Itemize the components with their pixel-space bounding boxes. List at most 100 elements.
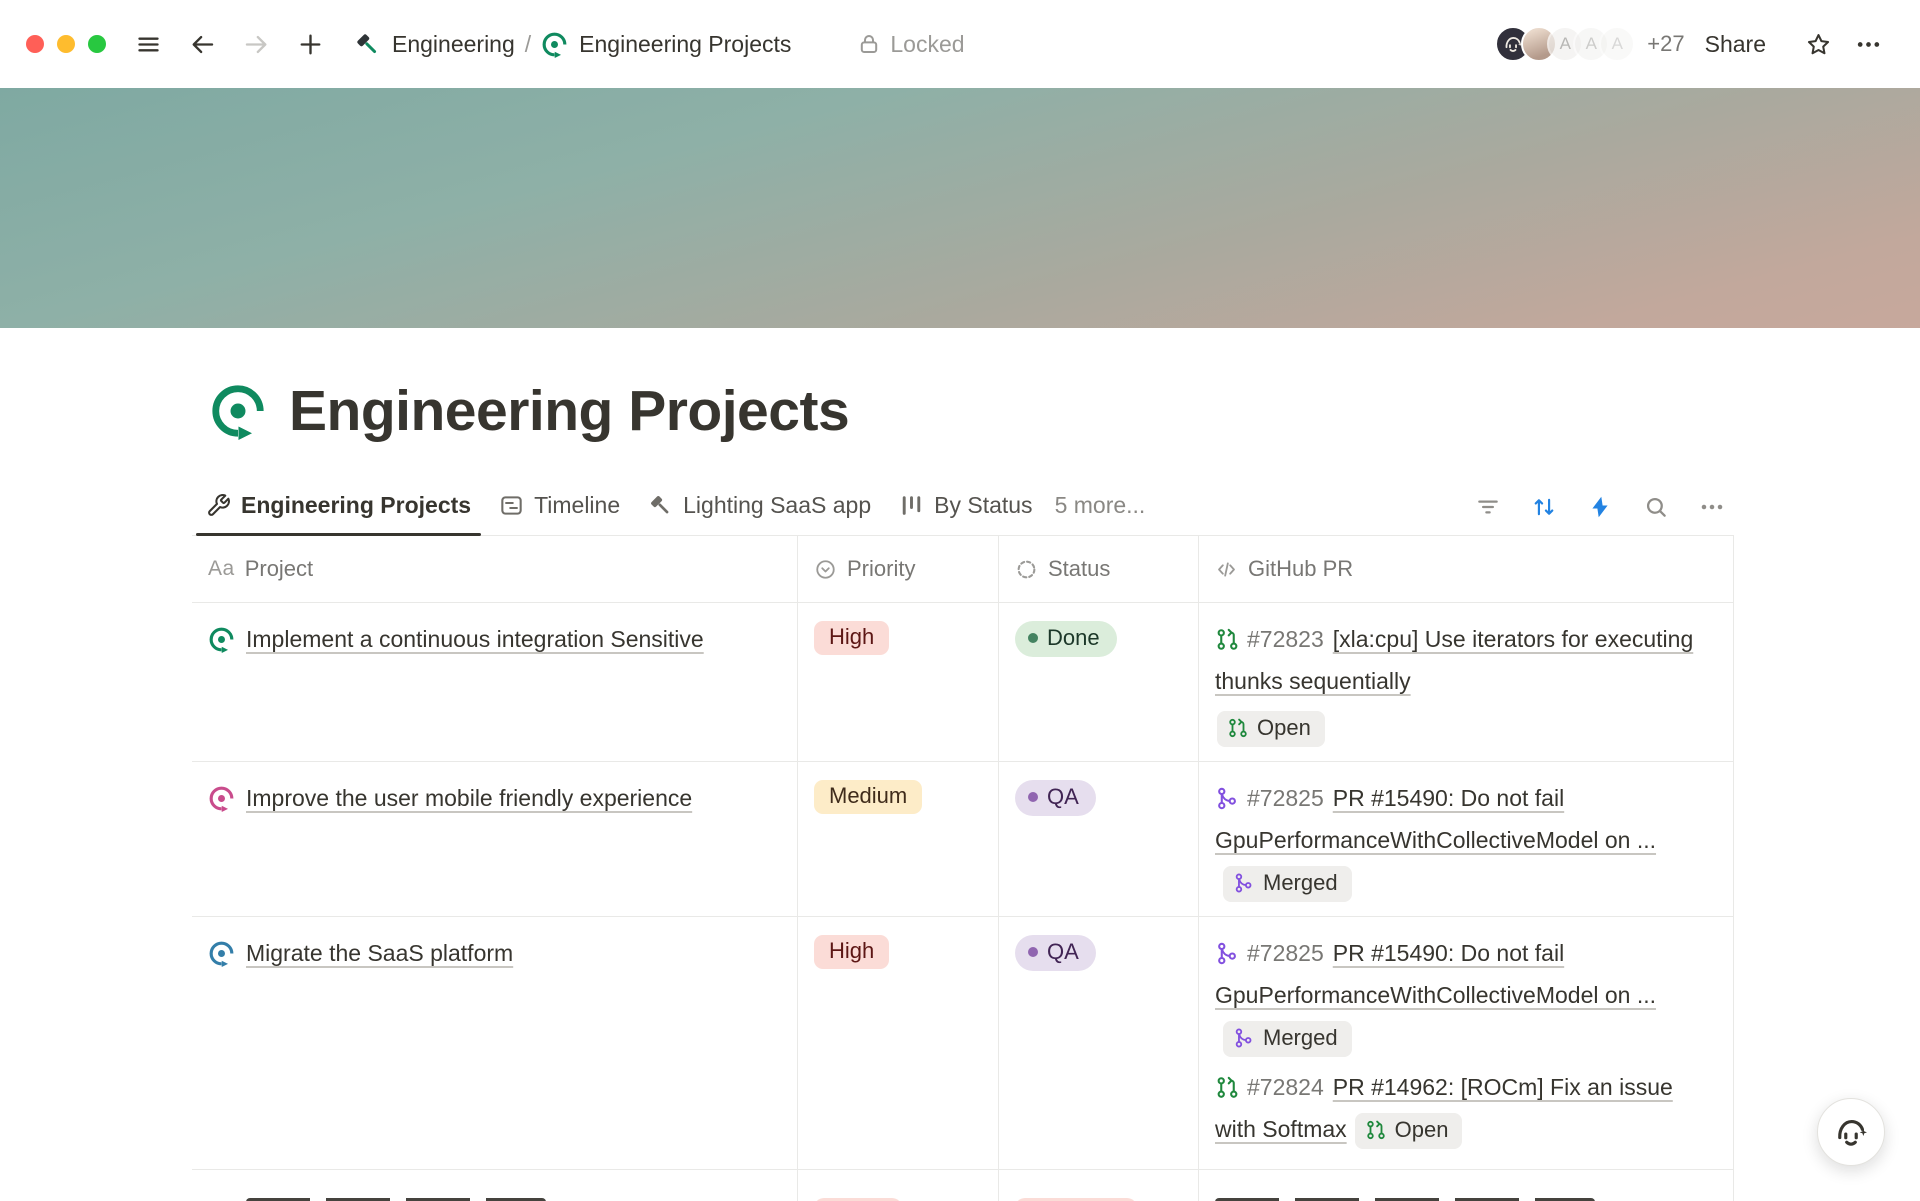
pr-open-icon xyxy=(1215,1075,1240,1100)
timeline-icon xyxy=(499,493,524,518)
breadcrumb-workspace-label: Engineering xyxy=(392,31,515,58)
views-bar: Engineering Projects Timeline Lighting S… xyxy=(192,478,1734,536)
more-options-button[interactable] xyxy=(1846,22,1890,66)
minimize-window-button[interactable] xyxy=(57,35,75,53)
avatar[interactable]: A xyxy=(1599,26,1635,62)
breadcrumb-page-label: Engineering Projects xyxy=(579,31,791,58)
github-pr-link[interactable]: #72823[xla:cpu] Use iterators for execut… xyxy=(1215,618,1717,748)
github-pr-cell[interactable]: #72825PR #15490: Do not fail GpuPerforma… xyxy=(1199,762,1734,916)
code-property-icon xyxy=(1215,558,1238,581)
pr-state-label: Open xyxy=(1257,713,1311,743)
project-cell[interactable]: Improve the user mobile friendly experie… xyxy=(192,762,798,916)
status-cell[interactable]: QA xyxy=(999,762,1199,916)
status-tag[interactable]: QA xyxy=(1015,935,1096,971)
priority-tag[interactable]: Medium xyxy=(814,780,922,814)
priority-cell[interactable]: Medium xyxy=(798,762,999,916)
presence-avatars: A A A xyxy=(1495,26,1635,62)
sidebar-toggle-button[interactable] xyxy=(126,22,170,66)
titlebar: Engineering / Engineering Projects Locke… xyxy=(0,0,1920,88)
pr-state-label: Merged xyxy=(1263,1023,1338,1053)
title-property-icon: Aa xyxy=(208,557,235,581)
hammer-icon xyxy=(354,31,381,58)
pr-number: #72823 xyxy=(1247,626,1324,652)
automation-icon xyxy=(1587,494,1613,520)
github-pr-link[interactable]: #72825PR #15490: Do not fail GpuPerforma… xyxy=(1215,777,1717,903)
page-body: Engineering Projects Engineering Project… xyxy=(0,378,1920,1201)
project-page-icon xyxy=(208,618,235,653)
project-title-link[interactable]: Migrate the SaaS platform xyxy=(246,932,513,974)
notion-ai-button[interactable] xyxy=(1817,1098,1885,1166)
project-cell[interactable]: Implement a continuous integration Sensi… xyxy=(192,603,798,761)
pr-number: #72825 xyxy=(1247,785,1324,811)
more-icon xyxy=(1855,31,1882,58)
pr-state-badge: Merged xyxy=(1223,1021,1352,1057)
priority-tag[interactable]: High xyxy=(814,621,889,655)
close-window-button[interactable] xyxy=(26,35,44,53)
github-pr-cell[interactable]: #72823[xla:cpu] Use iterators for execut… xyxy=(1199,603,1734,761)
table-row: Implement a continuous integration Sensi… xyxy=(192,603,1734,762)
filter-button[interactable] xyxy=(1466,487,1510,527)
priority-tag[interactable]: High xyxy=(814,935,889,969)
search-button[interactable] xyxy=(1634,487,1678,527)
share-button[interactable]: Share xyxy=(1705,31,1766,58)
project-title-link[interactable]: Improve the user mobile friendly experie… xyxy=(246,777,692,819)
column-header-project[interactable]: Aa Project xyxy=(192,536,798,602)
back-button[interactable] xyxy=(180,22,224,66)
new-page-button[interactable] xyxy=(288,22,332,66)
status-tag[interactable]: Done xyxy=(1015,621,1117,657)
wrench-icon xyxy=(206,493,231,518)
status-dot xyxy=(1028,633,1038,643)
github-pr-cell[interactable]: #72825PR #15490: Do not fail GpuPerforma… xyxy=(1199,917,1734,1169)
breadcrumb-workspace[interactable]: Engineering xyxy=(348,27,521,62)
column-header-github-pr[interactable]: GitHub PR xyxy=(1199,536,1734,602)
pr-open-icon xyxy=(1227,717,1249,739)
column-label: Priority xyxy=(847,556,915,582)
status-cell[interactable]: Done xyxy=(999,603,1199,761)
presence-overflow-count[interactable]: +27 xyxy=(1647,31,1684,57)
page-title[interactable]: Engineering Projects xyxy=(289,378,849,444)
breadcrumb-separator: / xyxy=(525,31,531,58)
pr-state-label: Open xyxy=(1395,1115,1449,1145)
pr-number: #72825 xyxy=(1247,940,1324,966)
automation-button[interactable] xyxy=(1578,487,1622,527)
tab-lighting-saas-app[interactable]: Lighting SaaS app xyxy=(634,478,885,535)
notion-ai-icon xyxy=(1832,1113,1870,1151)
status-tag[interactable]: QA xyxy=(1015,780,1096,816)
github-pr-link[interactable]: #72825PR #15490: Do not fail GpuPerforma… xyxy=(1215,932,1717,1058)
tab-engineering-projects[interactable]: Engineering Projects xyxy=(192,478,485,535)
new-page-icon xyxy=(297,31,324,58)
tab-by-status[interactable]: By Status xyxy=(885,478,1046,535)
breadcrumb: Engineering / Engineering Projects xyxy=(348,27,797,62)
status-cell[interactable]: QA xyxy=(999,917,1199,1169)
priority-cell[interactable]: High xyxy=(798,603,999,761)
column-header-status[interactable]: Status xyxy=(999,536,1199,602)
column-header-priority[interactable]: Priority xyxy=(798,536,999,602)
fullscreen-window-button[interactable] xyxy=(88,35,106,53)
tab-timeline[interactable]: Timeline xyxy=(485,478,634,535)
page-icon[interactable] xyxy=(209,382,267,440)
priority-cell[interactable]: High xyxy=(798,917,999,1169)
locked-indicator[interactable]: Locked xyxy=(857,31,964,58)
status-label: QA xyxy=(1047,784,1079,810)
forward-button[interactable] xyxy=(234,22,278,66)
status-label: Done xyxy=(1047,625,1100,651)
tabs-more[interactable]: 5 more... xyxy=(1047,478,1160,535)
column-label: Status xyxy=(1048,556,1110,582)
project-title-link[interactable]: Implement a continuous integration Sensi… xyxy=(246,618,704,660)
project-page-icon xyxy=(208,777,235,812)
menu-icon xyxy=(135,31,162,58)
table-row: Migrate the SaaS platform High QA #72825… xyxy=(192,917,1734,1170)
github-pr-link[interactable]: #72824PR #14962: [ROCm] Fix an issue wit… xyxy=(1215,1066,1717,1150)
titlebar-right: A A A +27 Share xyxy=(1495,22,1890,66)
filter-icon xyxy=(1475,494,1501,520)
breadcrumb-page[interactable]: Engineering Projects xyxy=(535,27,797,62)
pr-state-badge: Open xyxy=(1217,711,1325,747)
sort-button[interactable] xyxy=(1522,487,1566,527)
view-more-button[interactable] xyxy=(1690,487,1734,527)
cover-image[interactable] xyxy=(0,88,1920,328)
status-label: QA xyxy=(1047,939,1079,965)
favorite-button[interactable] xyxy=(1796,22,1840,66)
project-cell[interactable]: Migrate the SaaS platform xyxy=(192,917,798,1169)
tab-label: Lighting SaaS app xyxy=(683,492,871,519)
status-dot xyxy=(1028,792,1038,802)
